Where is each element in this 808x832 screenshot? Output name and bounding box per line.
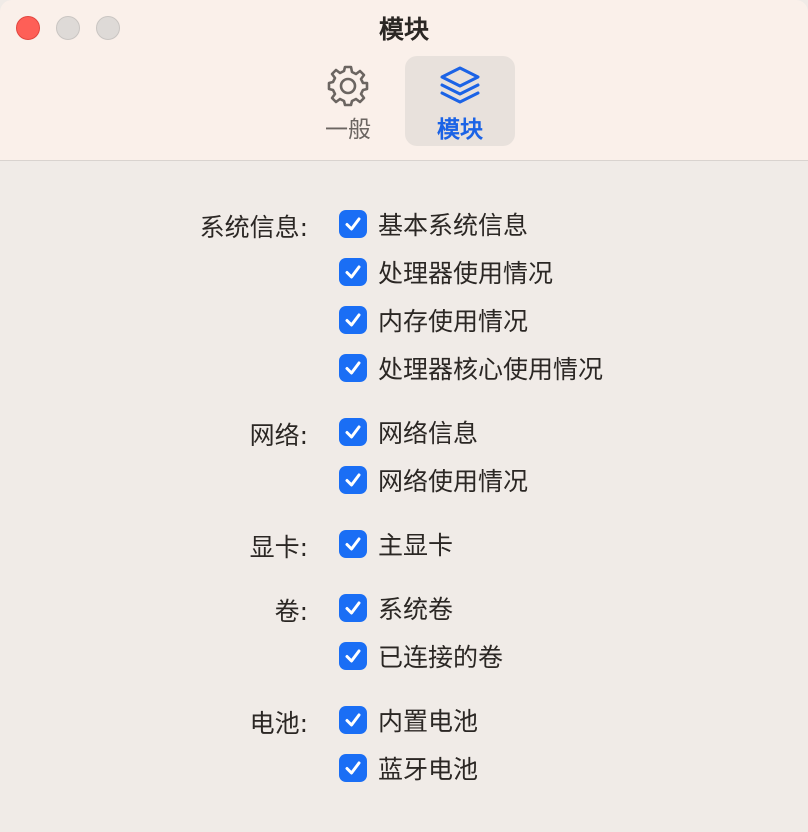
checkmark-icon (345, 361, 361, 375)
checkmark-icon (345, 313, 361, 327)
checkmark-icon (345, 601, 361, 615)
option-basic-system-info[interactable]: 基本系统信息 (339, 209, 529, 240)
option-label: 主显卡 (378, 531, 454, 560)
tab-modules[interactable]: 模块 (405, 56, 515, 146)
option-memory-usage[interactable]: 内存使用情况 (339, 305, 529, 336)
checkbox-checked[interactable] (339, 706, 367, 734)
checkbox-checked[interactable] (339, 754, 367, 782)
option-label: 网络信息 (378, 419, 479, 448)
option-label: 系统卷 (378, 595, 454, 624)
modules-settings: 系统信息: 基本系统信息 处理器使用情况 内存使用情况 处理器核心使用情况 网络… (0, 161, 808, 832)
checkbox-checked[interactable] (339, 530, 367, 558)
layers-icon (440, 66, 480, 104)
checkbox-checked[interactable] (339, 210, 367, 238)
option-label: 网络使用情况 (378, 467, 529, 496)
option-system-volume[interactable]: 系统卷 (339, 593, 454, 624)
group-label-gpu: 显卡: (249, 533, 308, 562)
option-cpu-usage[interactable]: 处理器使用情况 (339, 257, 554, 288)
option-label: 已连接的卷 (378, 643, 504, 672)
option-label: 蓝牙电池 (378, 755, 479, 784)
checkmark-icon (345, 425, 361, 439)
option-connected-volumes[interactable]: 已连接的卷 (339, 641, 504, 672)
group-label-network: 网络: (249, 421, 308, 450)
gear-icon (327, 65, 369, 107)
option-network-usage[interactable]: 网络使用情况 (339, 465, 529, 496)
option-label: 基本系统信息 (378, 211, 529, 240)
option-cpu-core-usage[interactable]: 处理器核心使用情况 (339, 353, 604, 384)
checkbox-checked[interactable] (339, 354, 367, 382)
option-label: 内置电池 (378, 707, 479, 736)
checkmark-icon (345, 473, 361, 487)
option-label: 内存使用情况 (378, 307, 529, 336)
group-label-battery: 电池: (249, 709, 308, 738)
checkmark-icon (345, 265, 361, 279)
option-main-gpu[interactable]: 主显卡 (339, 529, 454, 560)
preferences-window: 模块 一般 模块 系统信息: 基本系统信息 处理器使用情况 内存使用情况 处理器… (0, 0, 808, 832)
checkbox-checked[interactable] (339, 642, 367, 670)
option-label: 处理器核心使用情况 (378, 355, 604, 384)
checkmark-icon (345, 537, 361, 551)
checkbox-checked[interactable] (339, 306, 367, 334)
checkmark-icon (345, 217, 361, 231)
option-internal-battery[interactable]: 内置电池 (339, 705, 479, 736)
window-title: 模块 (378, 15, 429, 44)
checkmark-icon (345, 649, 361, 663)
option-network-info[interactable]: 网络信息 (339, 417, 479, 448)
checkbox-checked[interactable] (339, 594, 367, 622)
checkmark-icon (345, 761, 361, 775)
checkmark-icon (345, 713, 361, 727)
checkbox-checked[interactable] (339, 466, 367, 494)
toolbar: 模块 一般 模块 (0, 0, 808, 161)
tab-modules-label: 模块 (437, 117, 483, 143)
option-label: 处理器使用情况 (378, 259, 554, 288)
option-bluetooth-battery[interactable]: 蓝牙电池 (339, 753, 479, 784)
tab-general-label: 一般 (325, 117, 371, 143)
group-label-system-info: 系统信息: (199, 213, 308, 242)
checkbox-checked[interactable] (339, 258, 367, 286)
group-label-volumes: 卷: (274, 597, 308, 626)
checkbox-checked[interactable] (339, 418, 367, 446)
tab-general[interactable]: 一般 (293, 56, 403, 146)
